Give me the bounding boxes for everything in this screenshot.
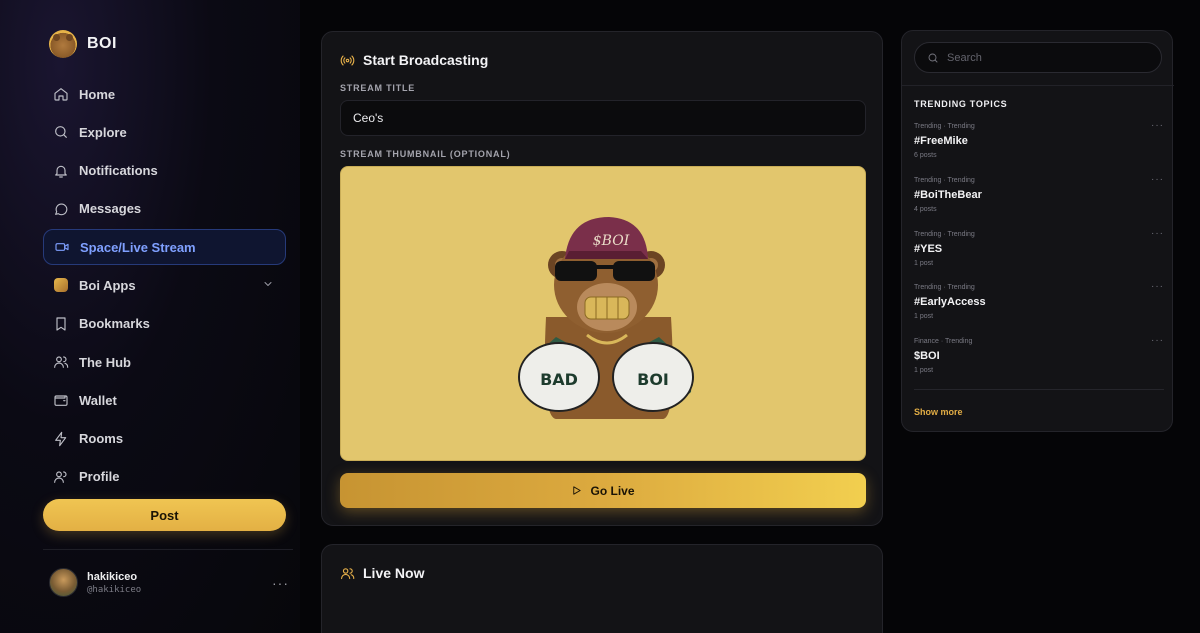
- nav-label: Wallet: [79, 392, 117, 408]
- right-glove-text: BOI: [637, 370, 669, 389]
- trend-meta: Finance · Trending: [914, 338, 973, 345]
- nav-item-home[interactable]: Home: [43, 76, 286, 112]
- stream-title-input[interactable]: Ceo's: [340, 100, 866, 136]
- more-options-icon[interactable]: ···: [1151, 228, 1164, 239]
- nav-label: Notifications: [79, 163, 158, 179]
- more-options-icon[interactable]: ···: [1151, 281, 1164, 292]
- broadcast-panel: Start Broadcasting STREAM TITLE Ceo's ST…: [321, 31, 883, 526]
- home-icon: [53, 86, 69, 102]
- avatar: [49, 568, 78, 597]
- sidebar: BOI Home Explore Notifications Messages …: [0, 0, 300, 633]
- user-card[interactable]: hakikiceo @hakikiceo: [49, 568, 141, 597]
- nav-item-boi-apps[interactable]: Boi Apps: [43, 267, 286, 303]
- bear-logo-icon: [49, 30, 77, 58]
- trend-divider: [914, 389, 1164, 390]
- user-handle: @hakikiceo: [87, 584, 142, 595]
- video-icon: [54, 239, 70, 255]
- nav-item-notifications[interactable]: Notifications: [43, 153, 286, 189]
- live-now-header: Live Now: [340, 565, 424, 581]
- brand[interactable]: BOI: [49, 30, 117, 58]
- search-input[interactable]: Search: [914, 42, 1162, 73]
- play-icon: [573, 486, 582, 495]
- nav-item-bookmarks[interactable]: Bookmarks: [43, 306, 286, 342]
- nav-label: Profile: [79, 469, 120, 485]
- trend-tag: $BOI: [914, 350, 940, 362]
- lightning-icon: [53, 431, 69, 447]
- broadcast-icon: [340, 55, 355, 65]
- bookmark-icon: [53, 316, 69, 332]
- main-nav: Home Explore Notifications Messages Spac…: [43, 76, 286, 497]
- more-options-icon[interactable]: ···: [1151, 120, 1164, 131]
- trend-meta: Trending · Trending: [914, 123, 975, 130]
- nav-label: Messages: [79, 201, 142, 217]
- more-options-icon[interactable]: ···: [272, 575, 289, 591]
- more-options-icon[interactable]: ···: [1151, 174, 1164, 185]
- nav-item-rooms[interactable]: Rooms: [43, 421, 286, 457]
- nav-label: The Hub: [79, 354, 131, 370]
- trend-count: 1 post: [914, 313, 934, 320]
- nav-item-explore[interactable]: Explore: [43, 114, 286, 150]
- trend-tag: #FreeMike: [914, 135, 968, 147]
- trend-meta: Trending · Trending: [914, 177, 975, 184]
- users-icon: [341, 567, 355, 579]
- apps-icon: [53, 277, 69, 293]
- chevron-down-icon[interactable]: [262, 278, 274, 293]
- show-more-link[interactable]: Show more: [914, 407, 963, 417]
- stream-thumbnail[interactable]: $BOI BAD BOI: [340, 166, 866, 461]
- nav-item-wallet[interactable]: Wallet: [43, 382, 286, 418]
- users-icon: [53, 354, 69, 370]
- nav-label: Home: [79, 86, 116, 102]
- broadcast-title: Start Broadcasting: [363, 52, 489, 68]
- nav-item-messages[interactable]: Messages: [43, 191, 286, 227]
- broadcast-header: Start Broadcasting: [340, 52, 488, 68]
- trend-meta: Trending · Trending: [914, 284, 975, 291]
- wallet-icon: [53, 392, 69, 408]
- trend-tag: #EarlyAccess: [914, 296, 986, 308]
- nav-item-profile[interactable]: Profile: [43, 459, 286, 495]
- trend-tag: #BoiTheBear: [914, 189, 982, 201]
- trend-count: 1 post: [914, 260, 934, 267]
- trend-item[interactable]: Finance · Trending $BOI 1 post ···: [914, 335, 1164, 374]
- left-glove-text: BAD: [540, 370, 578, 389]
- message-icon: [53, 201, 69, 217]
- go-live-button[interactable]: Go Live: [340, 473, 866, 508]
- search-icon: [53, 124, 69, 140]
- stream-title-label: STREAM TITLE: [340, 83, 416, 93]
- nav-label: Explore: [79, 124, 127, 140]
- profile-icon: [53, 469, 69, 485]
- trend-item[interactable]: Trending · Trending #FreeMike 6 posts ··…: [914, 120, 1164, 159]
- cap-text: $BOI: [593, 233, 630, 249]
- go-live-label: Go Live: [590, 483, 635, 498]
- nav-label: Bookmarks: [79, 316, 150, 332]
- trending-rail: Search TRENDING TOPICS Trending · Trendi…: [901, 30, 1174, 432]
- nav-label: Boi Apps: [79, 277, 136, 293]
- trending-heading: TRENDING TOPICS: [914, 99, 1008, 109]
- trend-item[interactable]: Trending · Trending #BoiTheBear 4 posts …: [914, 174, 1164, 213]
- trend-tag: #YES: [914, 243, 943, 255]
- nav-item-live-stream[interactable]: Space/Live Stream: [43, 229, 286, 266]
- bad-boi-bear-image: $BOI BAD BOI: [518, 217, 694, 419]
- trend-meta: Trending · Trending: [914, 231, 975, 238]
- thumbnail-label: STREAM THUMBNAIL (OPTIONAL): [340, 149, 511, 159]
- trend-count: 4 posts: [914, 206, 937, 213]
- search-placeholder: Search: [947, 51, 982, 64]
- post-button[interactable]: Post: [43, 499, 286, 531]
- trend-item[interactable]: Trending · Trending #EarlyAccess 1 post …: [914, 281, 1164, 320]
- sidebar-divider: [43, 549, 293, 550]
- nav-label: Space/Live Stream: [80, 239, 196, 255]
- user-name: hakikiceo: [87, 570, 138, 583]
- stream-title-value: Ceo's: [353, 111, 384, 125]
- more-options-icon[interactable]: ···: [1151, 335, 1164, 346]
- bell-icon: [53, 163, 69, 179]
- nav-item-the-hub[interactable]: The Hub: [43, 344, 286, 380]
- brand-name: BOI: [87, 35, 117, 52]
- rail-divider: [902, 85, 1174, 86]
- trend-count: 6 posts: [914, 152, 937, 159]
- trend-count: 1 post: [914, 367, 934, 374]
- live-now-title: Live Now: [363, 565, 425, 581]
- search-icon: [928, 53, 938, 62]
- trend-item[interactable]: Trending · Trending #YES 1 post ···: [914, 228, 1164, 267]
- live-now-panel: Live Now: [321, 544, 883, 633]
- nav-label: Rooms: [79, 431, 124, 447]
